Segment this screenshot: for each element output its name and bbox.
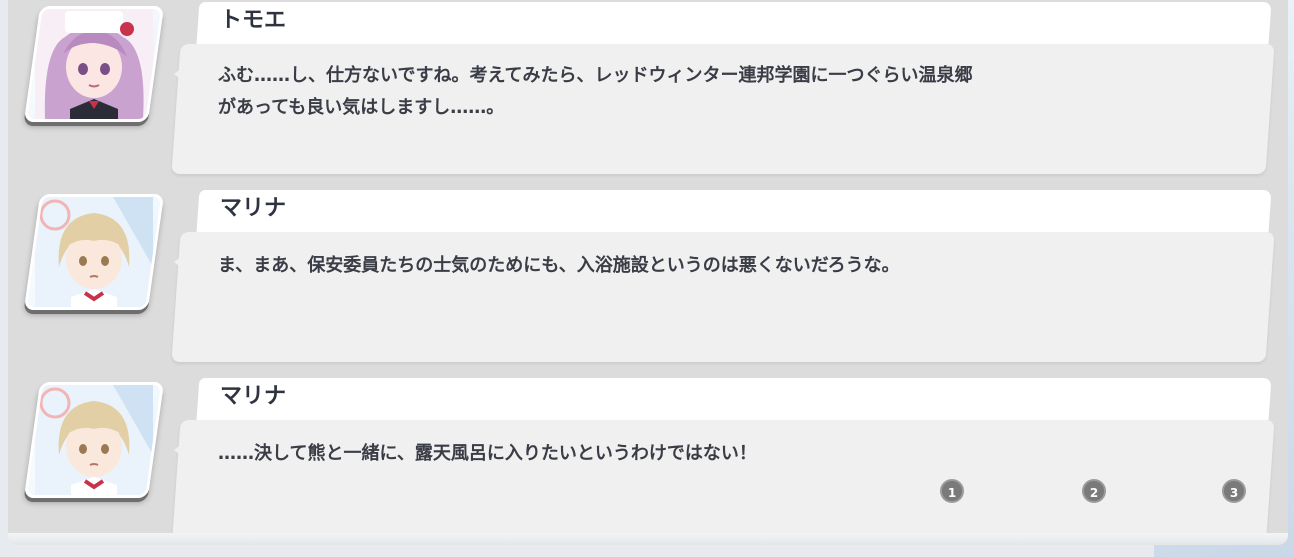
panel-bottom-edge xyxy=(8,533,1288,545)
tomoe-portrait-icon xyxy=(23,6,165,122)
message-text: ふむ……し、仕方ないですね。考えてみたら、レッドウィンター連邦学園に一つぐらい温… xyxy=(218,65,973,118)
choice-button-3[interactable]: 3 xyxy=(1222,479,1246,503)
choice-button-2[interactable]: 2 xyxy=(1082,479,1106,503)
speaker-name-plate xyxy=(196,2,1272,44)
choice-button-1[interactable]: 1 xyxy=(940,479,964,503)
dialogue-entry-marina-1: マリナ ま、まあ、保安委員たちの士気のためにも、入浴施設というのは悪くないだろう… xyxy=(8,188,1288,368)
speaker-name-plate xyxy=(196,378,1272,420)
speaker-name-plate xyxy=(196,190,1272,232)
dialogue-entry-tomoe: トモエ ふむ……し、仕方ないですね。考えてみたら、レッドウィンター連邦学園に一つ… xyxy=(8,0,1288,180)
message-text: ま、まあ、保安委員たちの士気のためにも、入浴施設というのは悪くないだろうな。 xyxy=(218,255,900,276)
bubble-tail xyxy=(174,436,192,464)
dialogue-entry-marina-2: マリナ ……決して熊と一緒に、露天風呂に入りたいというわけではない！ xyxy=(8,376,1288,545)
marina-portrait-icon xyxy=(23,382,165,498)
speaker-name: マリナ xyxy=(220,196,287,221)
speaker-name: トモエ xyxy=(220,8,287,33)
speaker-name: マリナ xyxy=(220,384,287,409)
dialogue-log-panel: トモエ ふむ……し、仕方ないですね。考えてみたら、レッドウィンター連邦学園に一つ… xyxy=(8,0,1288,545)
message-text: ……決して熊と一緒に、露天風呂に入りたいというわけではない！ xyxy=(218,443,757,464)
bubble-tail xyxy=(174,60,192,88)
marina-portrait-icon xyxy=(23,194,165,310)
bubble-tail xyxy=(174,248,192,276)
